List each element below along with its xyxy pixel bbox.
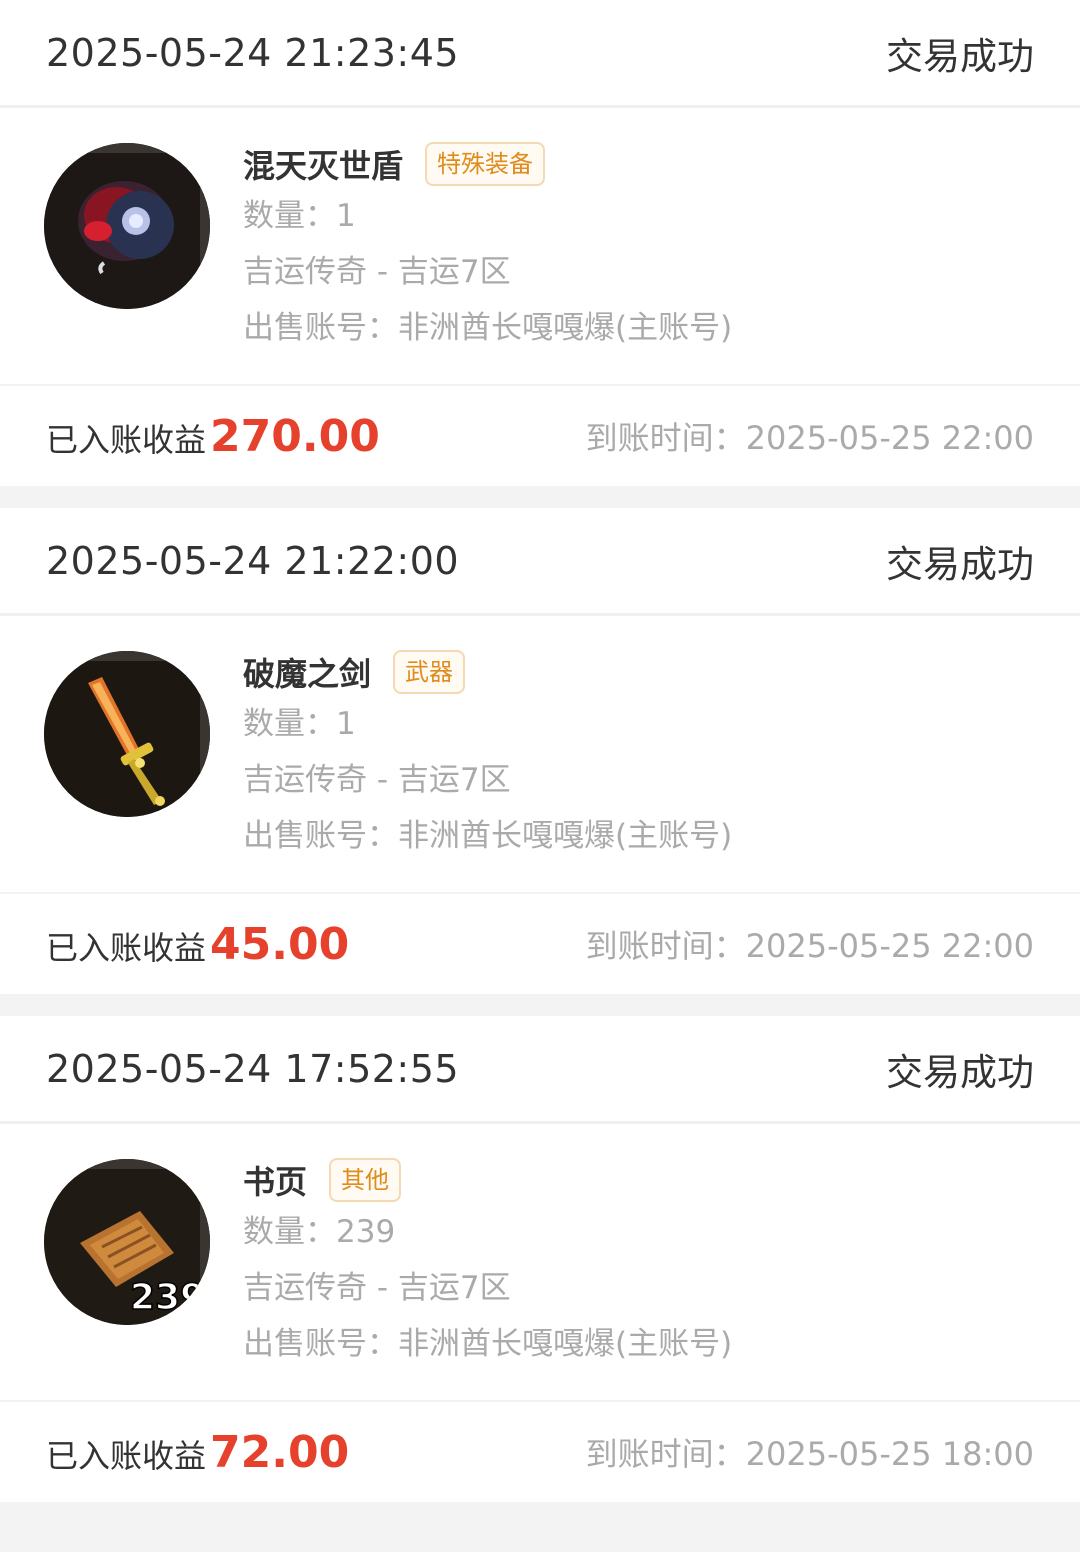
order-status: 交易成功 bbox=[886, 34, 1034, 78]
order-header: 2025-05-24 17:52:55 交易成功 bbox=[0, 1016, 1080, 1124]
order-body[interactable]: 破魔之剑 武器 数量：1 吉运传奇 - 吉运7区 出售账号：非洲酋长嘎嘎爆(主账… bbox=[0, 616, 1080, 894]
income-label: 已入账收益 bbox=[46, 1436, 207, 1475]
order-status: 交易成功 bbox=[886, 542, 1034, 586]
order-time: 2025-05-24 21:22:00 bbox=[46, 538, 460, 583]
item-name: 书页 bbox=[243, 1163, 308, 1201]
item-server: 吉运传奇 - 吉运7区 bbox=[243, 254, 511, 290]
item-category-badge: 其他 bbox=[329, 1158, 402, 1202]
order-footer: 已入账收益 45.00 到账时间：2025-05-25 22:00 bbox=[0, 894, 1080, 994]
item-name: 破魔之剑 bbox=[243, 655, 372, 693]
arrival-time: 到账时间：2025-05-25 22:00 bbox=[585, 419, 1034, 457]
seller-account: 出售账号：非洲酋长嘎嘎爆(主账号) bbox=[243, 310, 733, 346]
order-time: 2025-05-24 21:23:45 bbox=[46, 30, 460, 75]
item-category-badge: 武器 bbox=[393, 650, 466, 694]
arrival-time: 到账时间：2025-05-25 18:00 bbox=[585, 1435, 1034, 1473]
income-amount: 72.00 bbox=[210, 1426, 350, 1478]
item-category-badge: 特殊装备 bbox=[425, 142, 546, 186]
order-footer: 已入账收益 72.00 到账时间：2025-05-25 18:00 bbox=[0, 1402, 1080, 1502]
seller-account: 出售账号：非洲酋长嘎嘎爆(主账号) bbox=[243, 818, 733, 854]
seller-account: 出售账号：非洲酋长嘎嘎爆(主账号) bbox=[243, 1326, 733, 1362]
income-label: 已入账收益 bbox=[46, 420, 207, 459]
order-header: 2025-05-24 21:22:00 交易成功 bbox=[0, 508, 1080, 616]
order-status: 交易成功 bbox=[886, 1050, 1034, 1094]
order-card[interactable]: 2025-05-24 21:23:45 交易成功 混天灭世盾 特殊装备 数量：1… bbox=[0, 0, 1080, 486]
item-quantity: 数量：1 bbox=[243, 198, 356, 234]
income-label: 已入账收益 bbox=[46, 928, 207, 967]
item-server: 吉运传奇 - 吉运7区 bbox=[243, 762, 511, 798]
income-amount: 45.00 bbox=[210, 918, 350, 970]
order-body[interactable]: 239 书页 其他 数量：239 吉运传奇 - 吉运7区 出售账号：非洲酋长嘎嘎… bbox=[0, 1124, 1080, 1402]
item-quantity: 数量：1 bbox=[243, 706, 356, 742]
order-footer: 已入账收益 270.00 到账时间：2025-05-25 22:00 bbox=[0, 386, 1080, 486]
order-header: 2025-05-24 21:23:45 交易成功 bbox=[0, 0, 1080, 108]
income-amount: 270.00 bbox=[210, 410, 380, 462]
arrival-time: 到账时间：2025-05-25 22:00 bbox=[585, 927, 1034, 965]
order-time: 2025-05-24 17:52:55 bbox=[46, 1046, 460, 1091]
order-card[interactable]: 2025-05-24 17:52:55 交易成功 239 书页 其他 数量：23… bbox=[0, 1016, 1080, 1502]
shield-item-icon bbox=[44, 143, 210, 309]
item-quantity: 数量：239 bbox=[243, 1214, 396, 1250]
sword-item-icon bbox=[44, 651, 210, 817]
item-server: 吉运传奇 - 吉运7区 bbox=[243, 1270, 511, 1306]
stack-count: 239 bbox=[130, 1277, 205, 1318]
order-body[interactable]: 混天灭世盾 特殊装备 数量：1 吉运传奇 - 吉运7区 出售账号：非洲酋长嘎嘎爆… bbox=[0, 108, 1080, 386]
scroll-item-icon: 239 bbox=[44, 1159, 210, 1325]
order-card[interactable]: 2025-05-24 21:22:00 交易成功 破魔之剑 武器 数量：1 吉运… bbox=[0, 508, 1080, 994]
item-name: 混天灭世盾 bbox=[243, 147, 404, 185]
